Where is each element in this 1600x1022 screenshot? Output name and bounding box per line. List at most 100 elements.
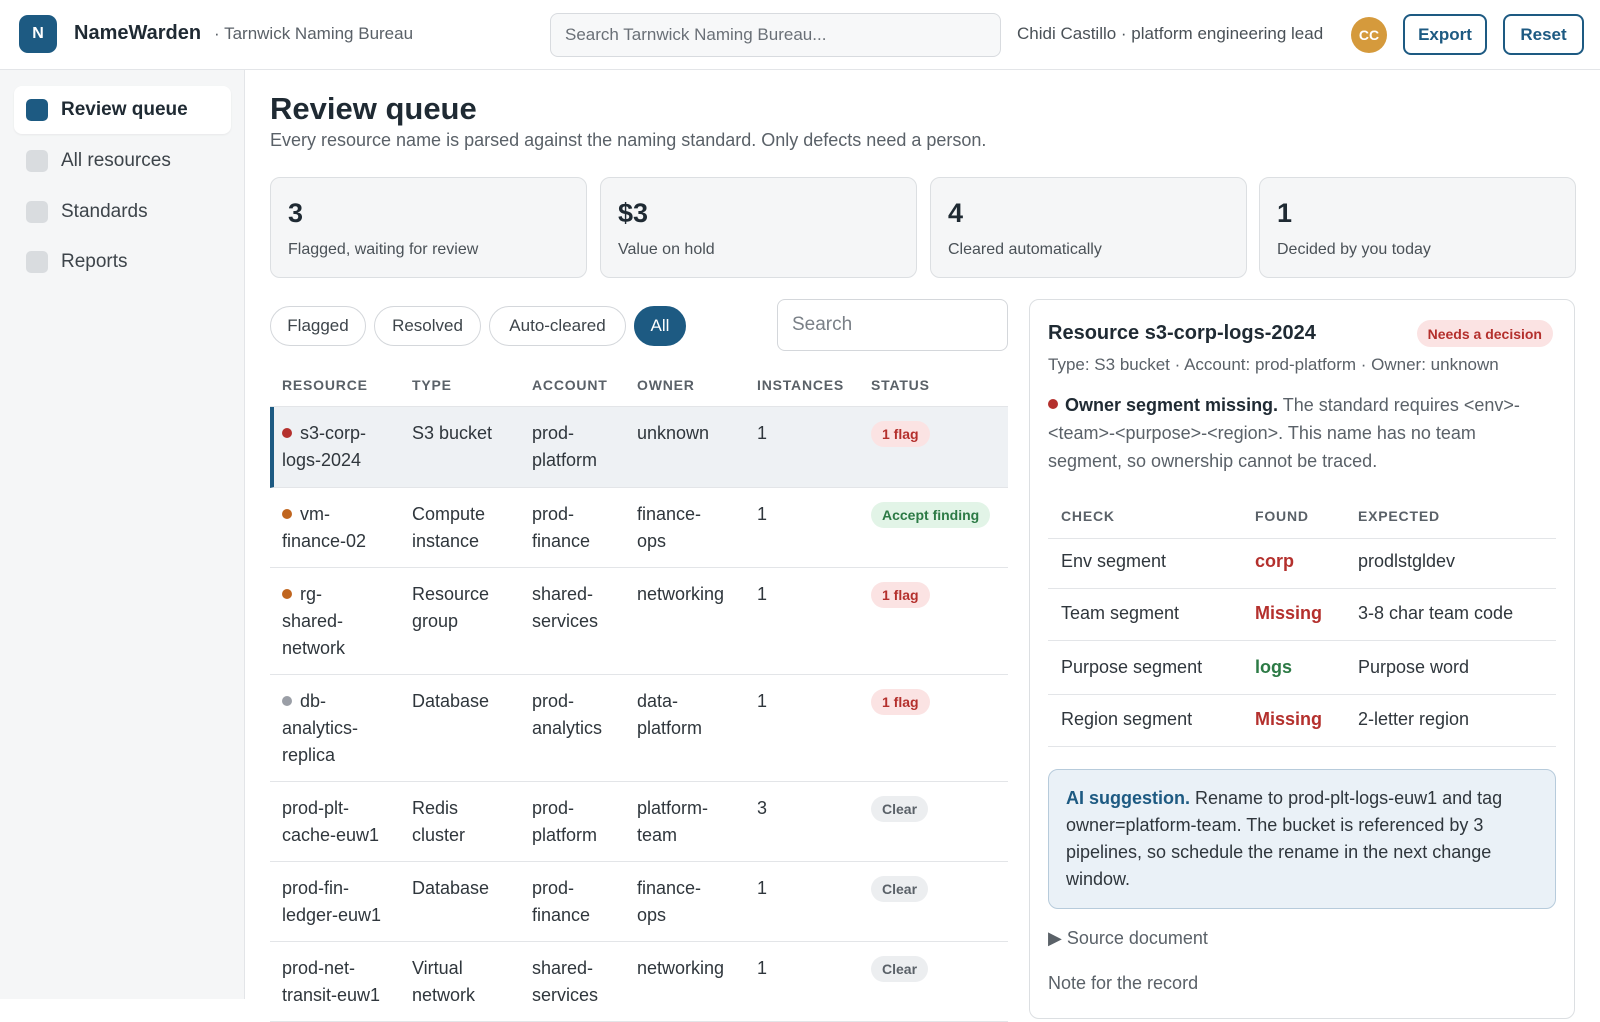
filter-flagged[interactable]: Flagged bbox=[270, 306, 366, 346]
cell-resource: rg-shared-network bbox=[282, 581, 345, 662]
cell-text: db- bbox=[300, 691, 327, 711]
nav-square-icon bbox=[26, 150, 48, 172]
check-name: Env segment bbox=[1061, 551, 1167, 571]
table-row[interactable]: prod-plt-cache-euw1 Redis cluster prod-plat… bbox=[270, 782, 1008, 862]
cell-text: platform- bbox=[637, 798, 709, 818]
page-subtitle: Every resource name is parsed against th… bbox=[270, 130, 987, 150]
cell-text: finance bbox=[532, 905, 591, 925]
organization-name: · Tarnwick Naming Bureau bbox=[214, 24, 414, 43]
avatar[interactable]: CC bbox=[1351, 17, 1387, 53]
cell-instances: 1 bbox=[757, 875, 767, 902]
cell-text: transit-euw1 bbox=[282, 985, 381, 1005]
column-header-owner[interactable]: OWNER bbox=[637, 377, 695, 393]
status-badge: Clear bbox=[871, 796, 929, 822]
cell-text: finance bbox=[532, 531, 591, 551]
sidebar-item-standards[interactable]: Standards bbox=[14, 188, 231, 236]
table-row[interactable]: prod-net-transit-euw1 Virtual network share… bbox=[270, 942, 1008, 1022]
cell-account: shared-services bbox=[532, 581, 598, 635]
cell-account: prod-finance bbox=[532, 875, 590, 929]
cell-text: finance- bbox=[637, 504, 702, 524]
global-search-input[interactable]: Search Tarnwick Naming Bureau... bbox=[550, 13, 1001, 57]
column-header-type[interactable]: TYPE bbox=[412, 377, 452, 393]
cell-resource: prod-fin-ledger-euw1 bbox=[282, 875, 381, 929]
check-name: Purpose segment bbox=[1061, 657, 1203, 677]
cell-text: prod- bbox=[532, 878, 575, 898]
cell-instances: 1 bbox=[757, 501, 767, 528]
column-header-status[interactable]: STATUS bbox=[871, 377, 930, 393]
check-found: corp bbox=[1255, 551, 1295, 571]
user-label: Chidi Castillo · platform engineering le… bbox=[1017, 24, 1324, 43]
cell-resource: prod-plt-cache-euw1 bbox=[282, 795, 379, 849]
column-header-account[interactable]: ACCOUNT bbox=[532, 377, 608, 393]
top-bar: N NameWarden · Tarnwick Naming Bureau Se… bbox=[0, 0, 1600, 70]
cell-instances: 1 bbox=[757, 420, 767, 447]
cell-text: analytics bbox=[532, 718, 603, 738]
check-divider bbox=[1048, 694, 1556, 695]
status-badge[interactable]: Accept finding bbox=[871, 502, 991, 528]
cell-text: 1 bbox=[757, 691, 768, 711]
sidebar-item-label: Reports bbox=[61, 251, 128, 272]
sidebar-item-label: Standards bbox=[61, 201, 148, 222]
cell-text: services bbox=[532, 611, 599, 631]
table-row[interactable]: db-analytics-replica Database prod-analyti… bbox=[270, 675, 1008, 782]
sidebar-item-review-queue[interactable]: Review queue bbox=[14, 86, 231, 134]
sidebar-item-all-resources[interactable]: All resources bbox=[14, 137, 231, 185]
cell-text: analytics- bbox=[282, 718, 359, 738]
table-search-input[interactable]: Search bbox=[777, 299, 1008, 351]
stat-value: 3 bbox=[288, 198, 304, 228]
app-logo[interactable]: N bbox=[19, 15, 57, 53]
check-divider bbox=[1048, 640, 1556, 641]
sidebar-item-reports[interactable]: Reports bbox=[14, 238, 231, 286]
export-button[interactable]: Export bbox=[1403, 14, 1487, 55]
cell-instances: 1 bbox=[757, 688, 767, 715]
cell-text: networking bbox=[637, 584, 725, 604]
stat-card-decided: 1 Decided by you today bbox=[1259, 177, 1576, 278]
cell-instances: 1 bbox=[757, 955, 767, 982]
table-row[interactable]: rg-shared-network Resource group shared-ser… bbox=[270, 568, 1008, 675]
cell-resource: prod-net-transit-euw1 bbox=[282, 955, 380, 1009]
cell-text: data- bbox=[637, 691, 679, 711]
column-header-resource[interactable]: RESOURCE bbox=[282, 377, 368, 393]
status-badge: 1 flag bbox=[871, 582, 930, 608]
severity-dot-icon bbox=[282, 696, 292, 706]
cell-owner: networking bbox=[637, 955, 724, 982]
check-expected: prodlstgldev bbox=[1358, 551, 1456, 571]
cell-account: shared-services bbox=[532, 955, 598, 1009]
ai-suggestion-lead: AI suggestion. bbox=[1066, 788, 1191, 808]
severity-dot-icon bbox=[282, 509, 292, 519]
table-row[interactable]: prod-fin-ledger-euw1 Database prod-finance… bbox=[270, 862, 1008, 942]
cell-type: Database bbox=[412, 688, 489, 715]
cell-text: finance-02 bbox=[282, 531, 367, 551]
cell-text: replica bbox=[282, 745, 336, 765]
filter-all[interactable]: All bbox=[634, 306, 686, 346]
cell-text: services bbox=[532, 985, 599, 1005]
filter-resolved[interactable]: Resolved bbox=[374, 306, 481, 346]
cell-text: rg- bbox=[300, 584, 322, 604]
cell-text: instance bbox=[412, 531, 480, 551]
table-row[interactable]: s3-corp-logs-2024 S3 bucket prod-platform u… bbox=[270, 407, 1008, 488]
source-document-toggle[interactable]: ▶ Source document bbox=[1048, 928, 1208, 949]
cell-text: platform bbox=[532, 825, 598, 845]
nav-square-icon bbox=[26, 99, 48, 121]
cell-owner: unknown bbox=[637, 420, 709, 447]
filter-auto-cleared[interactable]: Auto-cleared bbox=[489, 306, 626, 346]
check-divider bbox=[1048, 588, 1556, 589]
cell-owner: data-platform bbox=[637, 688, 702, 742]
cell-owner: finance-ops bbox=[637, 501, 701, 555]
status-badge: Needs a decision bbox=[1416, 320, 1553, 347]
cell-type: Virtual network bbox=[412, 955, 475, 1009]
cell-text: prod- bbox=[532, 423, 575, 443]
check-expected: Purpose word bbox=[1358, 657, 1470, 677]
stat-label: Cleared automatically bbox=[948, 241, 1102, 258]
nav-square-icon bbox=[26, 251, 48, 273]
detail-meta: Type: S3 bucket · Account: prod-platform… bbox=[1048, 355, 1499, 374]
column-header-instances[interactable]: INSTANCES bbox=[757, 377, 844, 393]
stat-card-flagged: 3 Flagged, waiting for review bbox=[270, 177, 587, 278]
note-label: Note for the record bbox=[1048, 973, 1199, 993]
cell-text: shared- bbox=[282, 611, 344, 631]
reset-button[interactable]: Reset bbox=[1503, 14, 1584, 55]
cell-text: prod-net- bbox=[282, 958, 356, 978]
cell-owner: finance-ops bbox=[637, 875, 701, 929]
detail-title: Resource s3-corp-logs-2024 bbox=[1048, 322, 1316, 344]
table-row[interactable]: vm-finance-02 Compute instance prod-finance… bbox=[270, 488, 1008, 568]
